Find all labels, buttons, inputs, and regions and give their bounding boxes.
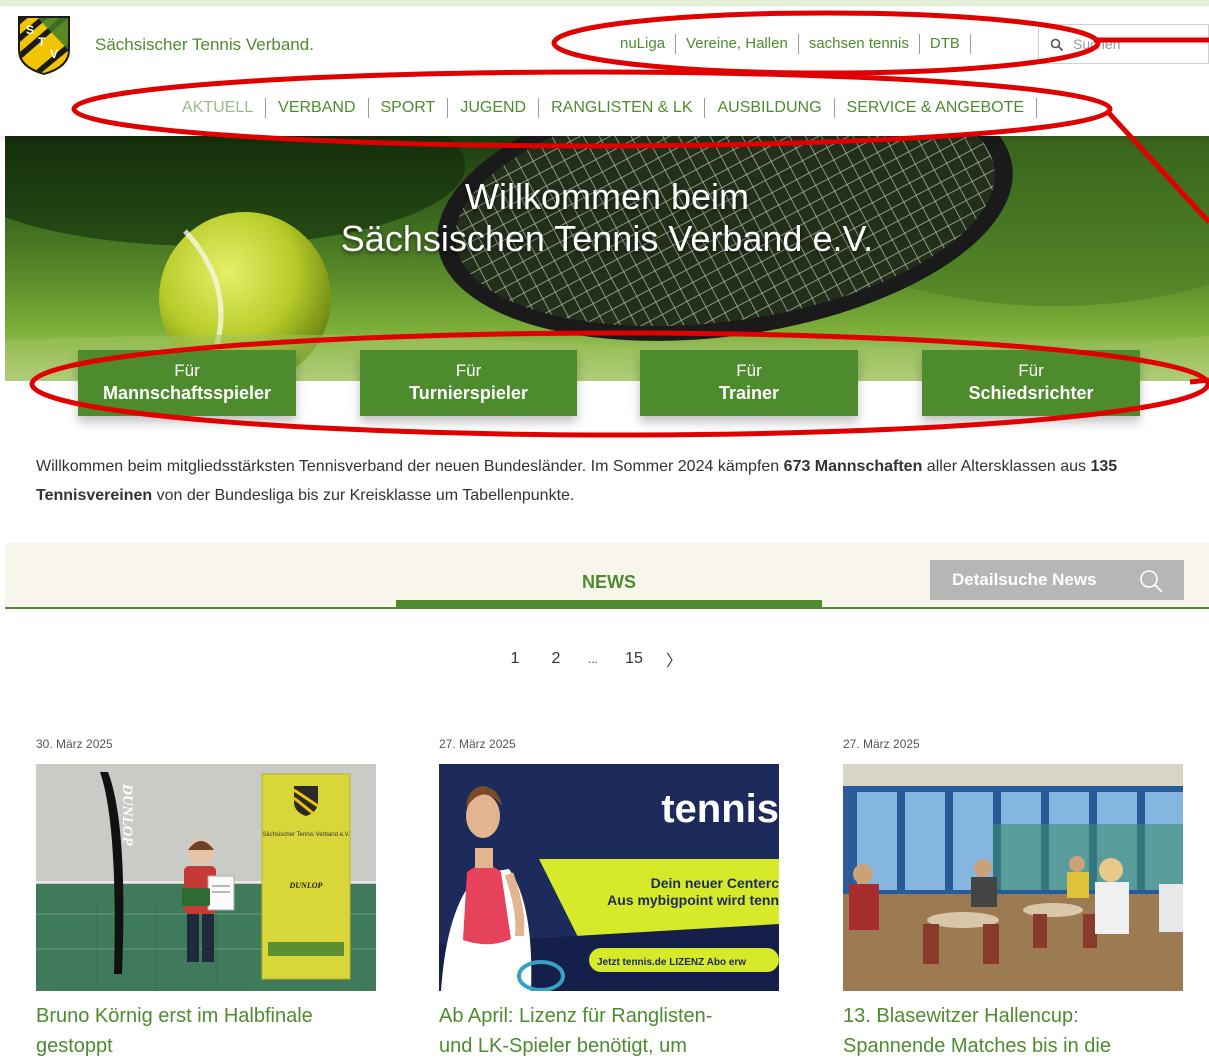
news-bar: NEWS Detailsuche News: [5, 543, 1209, 609]
search-input[interactable]: [1073, 33, 1203, 55]
page-15[interactable]: 15: [623, 650, 645, 668]
card-title[interactable]: 13. Blasewitzer Hallencup: Spannende Mat…: [843, 1001, 1183, 1059]
cat-line2: Mannschaftsspieler: [102, 383, 272, 403]
topnav-dtb[interactable]: DTB: [920, 34, 971, 54]
topnav-vereine-hallen[interactable]: Vereine, Hallen: [676, 34, 799, 54]
button-mannschaftsspieler[interactable]: Für Mannschaftsspieler: [78, 350, 296, 416]
ad-line2: Aus mybigpoint wird tenn: [607, 892, 779, 908]
page-ellipsis: ...: [587, 652, 598, 666]
ad-cta: Jetzt tennis.de LIZENZ Abo erw: [597, 957, 746, 968]
button-turnierspieler[interactable]: Für Turnierspieler: [360, 350, 577, 416]
banner-right-brand: DUNLOP: [289, 881, 323, 890]
intro-part2: aller Altersklassen aus: [922, 458, 1091, 475]
card-title-line2: Spannende Matches bis in die: [843, 1035, 1111, 1057]
page-1[interactable]: 1: [503, 650, 527, 668]
cat-line2: Turnierspieler: [409, 383, 528, 403]
intro-text: Willkommen beim mitgliedsstärksten Tenni…: [36, 452, 1186, 510]
site-name[interactable]: Sächsischer Tennis Verband.: [95, 35, 314, 55]
site-header: S T V Sächsischer Tennis Verband. nuLiga…: [0, 6, 1209, 136]
logo-letter-v: V: [50, 47, 58, 61]
ad-line1: Dein neuer Centerc: [651, 875, 779, 891]
detail-search-button[interactable]: Detailsuche News: [930, 560, 1184, 600]
stv-logo[interactable]: S T V: [16, 14, 72, 76]
cat-line1: Für: [455, 361, 482, 380]
detail-search-label: Detailsuche News: [952, 570, 1097, 589]
mainnav-jugend[interactable]: JUGEND: [448, 98, 540, 118]
card-title-line1: Ab April: Lizenz für Ranglisten-: [439, 1005, 713, 1027]
button-trainer[interactable]: Für Trainer: [640, 350, 858, 416]
search-icon: [1140, 570, 1163, 593]
card-date: 27. März 2025: [843, 737, 920, 751]
hero-title: Willkommen beim Sächsischen Tennis Verba…: [5, 176, 1209, 260]
cat-line2: Schiedsrichter: [968, 383, 1094, 403]
top-nav: nuLiga Vereine, Hallen sachsen tennis DT…: [610, 32, 980, 56]
hero-title-line1: Willkommen beim: [464, 176, 750, 217]
card-title[interactable]: Bruno Körnig erst im Halbfinale gestoppt: [36, 1001, 376, 1059]
cat-line1: Für: [1018, 361, 1044, 380]
logo-letter-t: T: [38, 35, 46, 49]
pagination: 1 2 ... 15 〉: [503, 648, 683, 670]
next-page-chevron-icon[interactable]: 〉: [665, 647, 683, 671]
topnav-nuliga[interactable]: nuLiga: [610, 34, 677, 54]
mainnav-ausbildung[interactable]: AUSBILDUNG: [705, 98, 835, 118]
mainnav-sport[interactable]: SPORT: [369, 98, 449, 118]
banner-right-text: Sächsischer Tennis Verband e.V.: [262, 832, 350, 838]
mainnav-verband[interactable]: VERBAND: [266, 98, 369, 118]
news-tab-underline: [396, 600, 822, 608]
card-title-line1: 13. Blasewitzer Hallencup:: [843, 1005, 1079, 1027]
main-nav: AKTUELL VERBAND SPORT JUGEND RANGLISTEN …: [170, 96, 1038, 120]
intro-part3: von der Bundesliga bis zur Kreisklasse u…: [152, 487, 575, 504]
mainnav-ranglisten-lk[interactable]: RANGLISTEN & LK: [539, 98, 706, 118]
card-image[interactable]: tennis Dein neuer Centerc Aus mybigpoint…: [439, 764, 779, 991]
mainnav-service-angebote[interactable]: SERVICE & ANGEBOTE: [835, 98, 1038, 118]
cat-line1: Für: [736, 361, 762, 380]
cat-line1: Für: [174, 361, 200, 380]
card-image[interactable]: [843, 764, 1183, 991]
card-date: 27. März 2025: [439, 737, 516, 751]
card-title-line1: Bruno Körnig erst im Halbfinale: [36, 1005, 313, 1027]
card-title[interactable]: Ab April: Lizenz für Ranglisten- und LK-…: [439, 1001, 779, 1059]
logo-letter-s: S: [26, 23, 34, 37]
search-icon: [1050, 38, 1064, 52]
intro-teams-count: 673 Mannschaften: [783, 458, 923, 475]
intro-part1: Willkommen beim mitgliedsstärksten Tenni…: [36, 458, 784, 475]
ad-brand: tennis: [661, 787, 779, 831]
hero-title-line2: Sächsischen Tennis Verband e.V.: [340, 218, 874, 259]
cat-line2: Trainer: [718, 383, 780, 403]
mainnav-aktuell[interactable]: AKTUELL: [170, 98, 267, 118]
search-box[interactable]: [1038, 24, 1209, 64]
card-image[interactable]: DUNLOP Sächsischer Tennis Verband e.V. D…: [36, 764, 376, 991]
hero-banner: Willkommen beim Sächsischen Tennis Verba…: [5, 136, 1209, 381]
card-title-line2: gestoppt: [36, 1035, 113, 1057]
card-title-line2: und LK-Spieler benötigt, um: [439, 1035, 687, 1057]
banner-left-brand: DUNLOP: [119, 783, 135, 846]
card-date: 30. März 2025: [36, 737, 113, 751]
page-2[interactable]: 2: [547, 650, 565, 668]
topnav-sachsen-tennis[interactable]: sachsen tennis: [799, 34, 920, 54]
button-schiedsrichter[interactable]: Für Schiedsrichter: [922, 350, 1140, 416]
